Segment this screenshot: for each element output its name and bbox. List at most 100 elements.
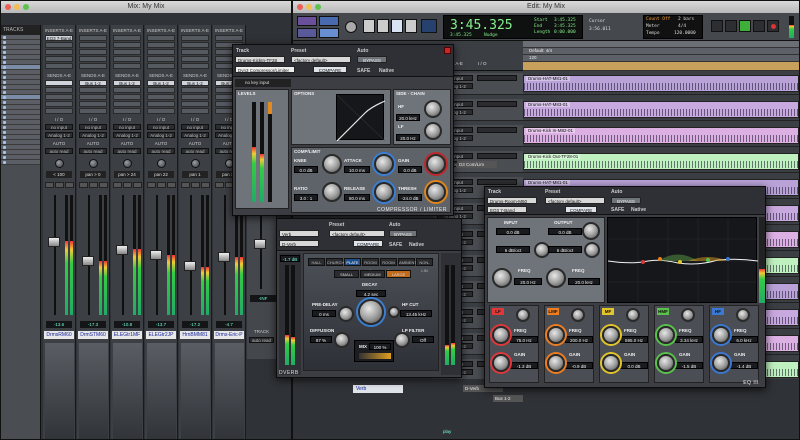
track-name[interactable]: Drms-Eric-P — [214, 331, 244, 339]
length-value[interactable]: 0:00.000 — [554, 30, 576, 35]
band-freq-knob[interactable] — [602, 326, 620, 344]
insert-slot[interactable] — [147, 56, 175, 62]
shuffle-mode-button[interactable] — [297, 16, 317, 26]
lf-value[interactable]: 20.0 Hz — [396, 134, 420, 141]
automation-mode-selector[interactable]: auto read — [45, 148, 73, 154]
band-gain-knob[interactable] — [602, 354, 620, 372]
verb-input-value[interactable]: -1.7 dB — [280, 255, 300, 262]
insert-slot[interactable] — [181, 49, 209, 55]
band-freq-value[interactable]: 3.34 kHz — [675, 336, 703, 343]
track-visible-icon[interactable] — [3, 101, 6, 104]
track-visible-icon[interactable] — [3, 116, 6, 119]
insert-slot[interactable] — [181, 42, 209, 48]
mix-value[interactable]: 100 % — [369, 343, 391, 350]
volume-fader[interactable] — [218, 252, 230, 263]
insert-slot[interactable] — [181, 63, 209, 69]
track-visible-icon[interactable] — [3, 121, 6, 124]
track-visible-icon[interactable] — [3, 161, 6, 164]
insert-slot[interactable] — [79, 63, 107, 69]
pan-knob[interactable] — [89, 159, 98, 168]
grabber-tool-icon[interactable] — [391, 19, 403, 33]
track-visible-icon[interactable] — [3, 146, 6, 149]
zoom-window-button[interactable] — [23, 4, 29, 10]
tempo-marker[interactable]: 120 — [529, 55, 537, 60]
fast-forward-button[interactable] — [753, 20, 765, 32]
insert-slot[interactable] — [181, 35, 209, 41]
send-slot[interactable] — [113, 101, 141, 107]
send-slot[interactable] — [45, 108, 73, 114]
track-name[interactable]: ELEGtr2JP — [146, 331, 176, 339]
comp-insert-label[interactable]: D3 Com/Lim — [457, 161, 497, 168]
volume-fader[interactable] — [150, 250, 162, 260]
knee-value[interactable]: 0.0 dB — [294, 166, 318, 173]
band-tag[interactable]: LF — [492, 308, 504, 315]
pan-value[interactable]: pan > 0 — [80, 171, 106, 178]
ratio-knob[interactable] — [322, 182, 342, 202]
hfcut-value[interactable]: 13.45 kHz — [400, 310, 432, 317]
knee-knob[interactable] — [322, 154, 342, 174]
close-icon[interactable] — [444, 47, 451, 54]
track-visible-icon[interactable] — [3, 66, 6, 69]
automation-mode-selector[interactable]: auto read — [181, 148, 209, 154]
tempo-ruler[interactable]: 120 — [523, 55, 799, 62]
band-freq-knob[interactable] — [547, 326, 565, 344]
send-slot[interactable] — [147, 87, 175, 93]
key-input-selector[interactable]: no key input — [235, 79, 291, 87]
hpf-slope-value[interactable]: 6 dB/oct — [496, 246, 530, 253]
band-q-knob[interactable] — [626, 308, 640, 322]
input-selector[interactable]: no input — [113, 124, 141, 130]
record-arm-button[interactable] — [167, 182, 176, 188]
send-slot[interactable] — [113, 108, 141, 114]
close-window-button[interactable] — [5, 4, 11, 10]
mute-button[interactable] — [55, 182, 64, 188]
band-gain-value[interactable]: -1.4 dB — [730, 362, 758, 369]
insert-slot[interactable] — [79, 49, 107, 55]
output-selector[interactable]: Analog 1-2 — [79, 132, 107, 138]
insert-slot[interactable] — [113, 35, 141, 41]
insert-slot[interactable] — [147, 63, 175, 69]
track-visible-icon[interactable] — [3, 71, 6, 74]
comp-track-selector[interactable]: Drums-KickIn-TF28 — [235, 56, 285, 63]
edit-insert-slot[interactable] — [477, 101, 517, 107]
size-button[interactable]: SMALL — [334, 270, 359, 278]
volume-value[interactable]: -13.7 — [148, 321, 174, 328]
thresh-knob[interactable] — [426, 182, 446, 202]
send-slot[interactable]: Bus 1-2 — [147, 80, 175, 86]
solo-button[interactable] — [113, 182, 122, 188]
volume-value[interactable]: -13.6 — [46, 321, 72, 328]
stop-button[interactable] — [725, 20, 737, 32]
send-slot[interactable] — [181, 94, 209, 100]
close-window-button[interactable] — [297, 4, 303, 10]
band-freq-value[interactable]: 6.0 kHz — [730, 336, 758, 343]
send-level[interactable]: -INF — [250, 295, 276, 302]
solo-button[interactable] — [147, 182, 156, 188]
band-freq-value[interactable]: 595.0 Hz — [620, 336, 648, 343]
pan-value[interactable]: pan 1 — [182, 171, 208, 178]
mute-button[interactable] — [191, 182, 200, 188]
track-visible-icon[interactable] — [3, 61, 6, 64]
output-selector[interactable]: Analog 1-2 — [147, 132, 175, 138]
solo-button[interactable] — [181, 182, 190, 188]
track-visible-icon[interactable] — [3, 46, 6, 49]
slip-mode-button[interactable] — [297, 28, 317, 38]
send-slot[interactable]: Bus 1-2 — [181, 80, 209, 86]
algorithm-button[interactable]: PLATE — [344, 258, 361, 266]
band-gain-value[interactable]: -1.3 dB — [510, 362, 538, 369]
eq-input-value[interactable]: 0.0 dB — [496, 228, 530, 235]
eq-output-value[interactable]: 0.0 dB — [548, 228, 582, 235]
input-selector[interactable]: no input — [147, 124, 175, 130]
zoom-icon[interactable] — [345, 21, 357, 33]
solo-button[interactable] — [45, 182, 54, 188]
track-name[interactable]: HrnBMM81 — [180, 331, 210, 339]
insert-slot[interactable] — [113, 49, 141, 55]
band-q-knob[interactable] — [571, 308, 585, 322]
selector-tool-icon[interactable] — [377, 19, 389, 33]
solo-button[interactable] — [215, 182, 224, 188]
size-button[interactable]: LARGE — [386, 270, 411, 278]
lpf-slope-knob[interactable] — [584, 242, 600, 258]
lpfilter-knob[interactable] — [394, 332, 410, 348]
send-slot[interactable] — [45, 101, 73, 107]
track-visible-icon[interactable] — [3, 141, 6, 144]
track-visible-icon[interactable] — [3, 91, 6, 94]
audio-clip[interactable]: Drums-Kick Out-TF28-01 — [523, 153, 799, 170]
